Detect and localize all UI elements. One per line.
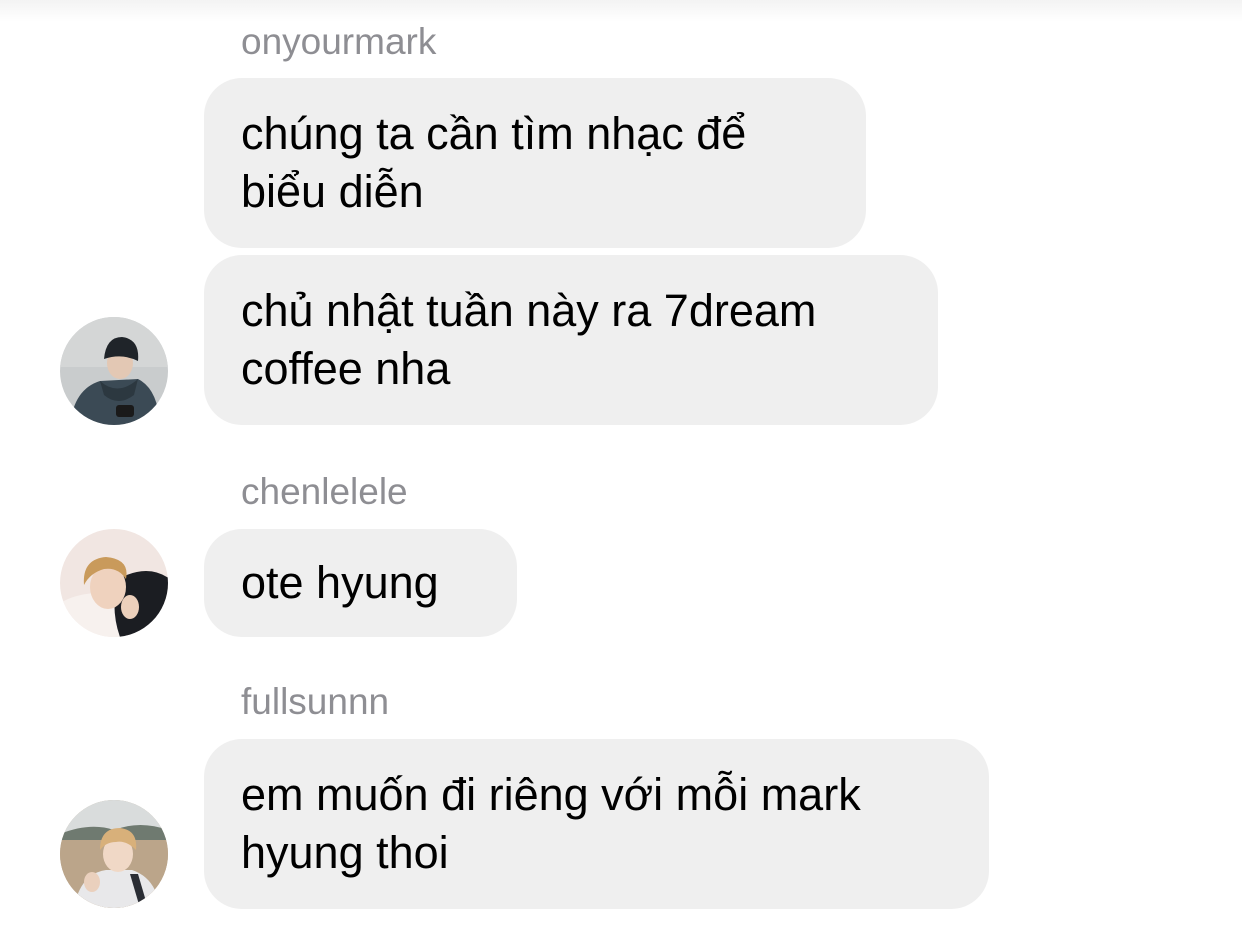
message-text: chủ nhật tuần này ra 7dream coffee nha — [241, 285, 817, 394]
sender-name: onyourmark — [241, 21, 437, 62]
sender-name: chenlelele — [241, 471, 408, 512]
top-bar-shadow — [0, 0, 1242, 22]
message-text: em muốn đi riêng với mỗi mark hyung thoi — [241, 769, 861, 878]
message-text: chúng ta cần tìm nhạc để biểu diễn — [241, 108, 747, 217]
avatar[interactable] — [60, 317, 168, 425]
user-photo-icon — [60, 529, 168, 637]
user-photo-icon — [60, 800, 168, 908]
sender-name: fullsunnn — [241, 681, 390, 722]
message-text: ote hyung — [241, 557, 439, 608]
avatar[interactable] — [60, 800, 168, 908]
message-bubble[interactable]: chủ nhật tuần này ra 7dream coffee nha — [204, 255, 938, 425]
avatar[interactable] — [60, 529, 168, 637]
message-bubble[interactable]: ote hyung — [204, 529, 517, 637]
message-bubble[interactable]: chúng ta cần tìm nhạc để biểu diễn — [204, 78, 866, 248]
message-bubble[interactable]: em muốn đi riêng với mỗi mark hyung thoi — [204, 739, 989, 909]
user-photo-icon — [60, 317, 168, 425]
